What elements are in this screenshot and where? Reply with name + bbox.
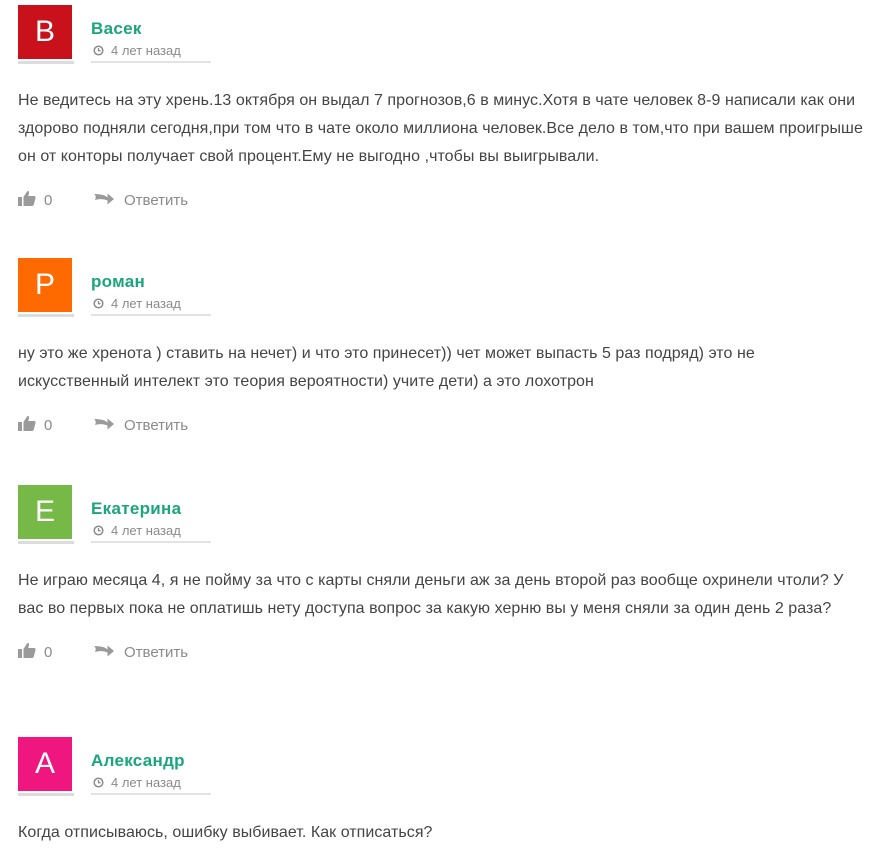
comment-meta: 4 лет назад	[93, 43, 181, 59]
comment-text: Не играю месяца 4, я не пойму за что с к…	[18, 572, 844, 617]
avatar-divider	[18, 314, 74, 317]
like-count: 0	[44, 643, 53, 661]
clock-icon	[93, 297, 104, 312]
comment-author[interactable]: Екатерина	[91, 499, 181, 519]
thumbs-up-icon[interactable]	[18, 190, 36, 210]
comment-author[interactable]: роман	[91, 272, 145, 292]
comment-actions: 0 Ответить	[18, 641, 868, 663]
comment-meta: 4 лет назад	[93, 523, 181, 539]
reply-arrow-icon[interactable]	[94, 191, 114, 209]
clock-icon	[93, 524, 104, 539]
avatar[interactable]: Е	[18, 485, 72, 539]
meta-divider	[91, 61, 211, 63]
clock-icon	[93, 44, 104, 59]
comment-header: А Александр 4 лет назад	[18, 737, 868, 797]
comment-header: Е Екатерина 4 лет назад	[18, 485, 868, 545]
comment-text: ну это же хренота ) ставить на нечет) и …	[18, 345, 755, 390]
reply-arrow-icon[interactable]	[94, 643, 114, 661]
avatar[interactable]: Р	[18, 258, 72, 312]
avatar[interactable]: В	[18, 5, 72, 59]
clock-icon	[93, 776, 104, 791]
reply-button[interactable]: Ответить	[124, 192, 188, 209]
comment: Р роман 4 лет назад ну это же хренота ) …	[18, 258, 868, 436]
thumbs-up-icon[interactable]	[18, 642, 36, 662]
comment: Е Екатерина 4 лет назад Не играю месяца …	[18, 485, 868, 663]
comment-time[interactable]: 4 лет назад	[111, 296, 181, 311]
comment-meta: 4 лет назад	[93, 775, 181, 791]
reply-button[interactable]: Ответить	[124, 644, 188, 661]
comment-time[interactable]: 4 лет назад	[111, 775, 181, 790]
reply-button[interactable]: Ответить	[124, 417, 188, 434]
meta-divider	[91, 541, 211, 543]
comment-time[interactable]: 4 лет назад	[111, 43, 181, 58]
comment-meta: 4 лет назад	[93, 296, 181, 312]
comment-author[interactable]: Васек	[91, 19, 142, 39]
meta-divider	[91, 314, 211, 316]
comment-author[interactable]: Александр	[91, 751, 185, 771]
comment: А Александр 4 лет назад Когда отписываюс…	[18, 737, 868, 847]
comment-header: Р роман 4 лет назад	[18, 258, 868, 318]
comment-actions: 0 Ответить	[18, 189, 868, 211]
avatar-divider	[18, 541, 74, 544]
comment-text: Не ведитесь на эту хрень.13 октября он в…	[18, 92, 863, 165]
avatar[interactable]: А	[18, 737, 72, 791]
avatar-divider	[18, 61, 74, 64]
like-count: 0	[44, 416, 53, 434]
comment-text: Когда отписываюсь, ошибку выбивает. Как …	[18, 824, 433, 841]
avatar-divider	[18, 793, 74, 796]
comment-time[interactable]: 4 лет назад	[111, 523, 181, 538]
reply-arrow-icon[interactable]	[94, 416, 114, 434]
like-count: 0	[44, 191, 53, 209]
thumbs-up-icon[interactable]	[18, 415, 36, 435]
comment-actions: 0 Ответить	[18, 414, 868, 436]
comment: В Васек 4 лет назад Не ведитесь на эту х…	[18, 5, 868, 211]
comment-header: В Васек 4 лет назад	[18, 5, 868, 65]
meta-divider	[91, 793, 211, 795]
